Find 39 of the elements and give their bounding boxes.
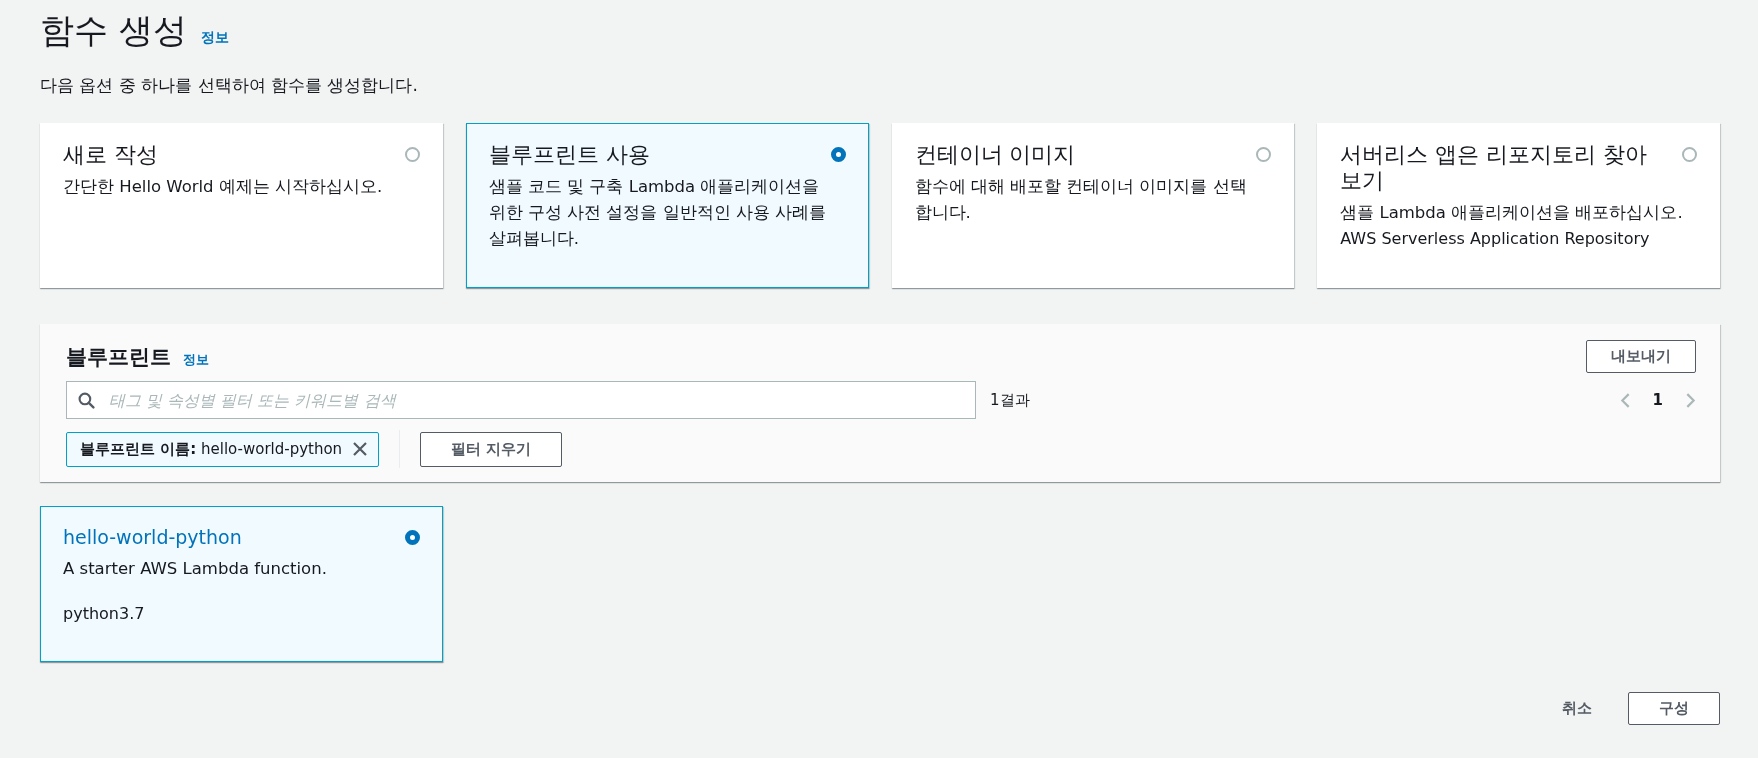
search-field[interactable]: 태그 및 속성별 필터 또는 키워드별 검색: [66, 381, 976, 419]
option-title: 컨테이너 이미지: [914, 142, 1077, 168]
radio-button[interactable]: [405, 530, 420, 545]
option-description: 함수에 대해 배포할 컨테이너 이미지를 선택합니다.: [914, 176, 1248, 224]
page-description: 다음 옵션 중 하나를 선택하여 함수를 생성합니다.: [40, 74, 419, 97]
next-page-icon[interactable]: [1685, 391, 1696, 409]
filter-token-text: 블루프린트 이름: hello-world-python: [80, 439, 343, 459]
radio-button[interactable]: [1682, 147, 1697, 162]
option-card[interactable]: 블루프린트 사용 샘플 코드 및 구축 Lambda 애플리케이션을 위한 구성 사전 설정을 일반적인 사용 사례를 살펴봅니다.: [465, 123, 869, 288]
page-title: 함수 생성: [40, 9, 187, 52]
blueprint-runtime: python3.7: [63, 604, 146, 623]
blueprint-description: A starter AWS Lambda function.: [63, 558, 328, 580]
option-note: AWS Serverless Application Repository: [1340, 228, 1651, 250]
radio-button[interactable]: [830, 147, 846, 162]
cancel-button[interactable]: 취소: [1546, 693, 1608, 724]
option-title: 새로 작성: [63, 142, 159, 168]
option-title: 서버리스 앱은 리포지토리 찾아보기: [1340, 142, 1649, 194]
option-card[interactable]: 컨테이너 이미지 함수에 대해 배포할 컨테이너 이미지를 선택합니다.: [891, 123, 1295, 288]
option-description: 샘플 Lambda 애플리케이션을 배포하십시오.: [1340, 202, 1684, 224]
option-title: 블루프린트 사용: [488, 142, 651, 168]
section-title: 블루프린트: [66, 343, 171, 371]
configure-button[interactable]: 구성: [1628, 692, 1720, 725]
radio-button[interactable]: [1256, 147, 1272, 162]
blueprint-card[interactable]: hello-world-python A starter AWS Lambda function. python3.7: [40, 506, 443, 662]
clear-filters-button[interactable]: 필터 지우기: [420, 431, 563, 467]
option-description: 간단한 Hello World 예제는 시작하십시오.: [63, 176, 384, 198]
export-button[interactable]: 내보내기: [1586, 340, 1696, 373]
option-description: 샘플 코드 및 구축 Lambda 애플리케이션을 위한 구성 사전 설정을 일반적인 사용 사례를 살펴봅니다.: [488, 176, 828, 250]
result-count: 1결과: [990, 390, 1030, 410]
previous-page-icon[interactable]: [1619, 391, 1631, 409]
option-card[interactable]: 새로 작성 간단한 Hello World 예제는 시작하십시오.: [40, 123, 443, 288]
info-link[interactable]: 정보: [183, 350, 209, 369]
option-card[interactable]: 서버리스 앱은 리포지토리 찾아보기 샘플 Lambda 애플리케이션을 배포하십시오. AWS Serverless Application Repository: [1317, 123, 1720, 288]
search-icon: [78, 392, 95, 409]
radio-button[interactable]: [404, 147, 420, 162]
page-number[interactable]: 1: [1652, 391, 1663, 409]
info-link[interactable]: 정보: [200, 29, 229, 47]
close-icon[interactable]: [352, 441, 369, 457]
blueprint-name: hello-world-python: [63, 525, 242, 550]
